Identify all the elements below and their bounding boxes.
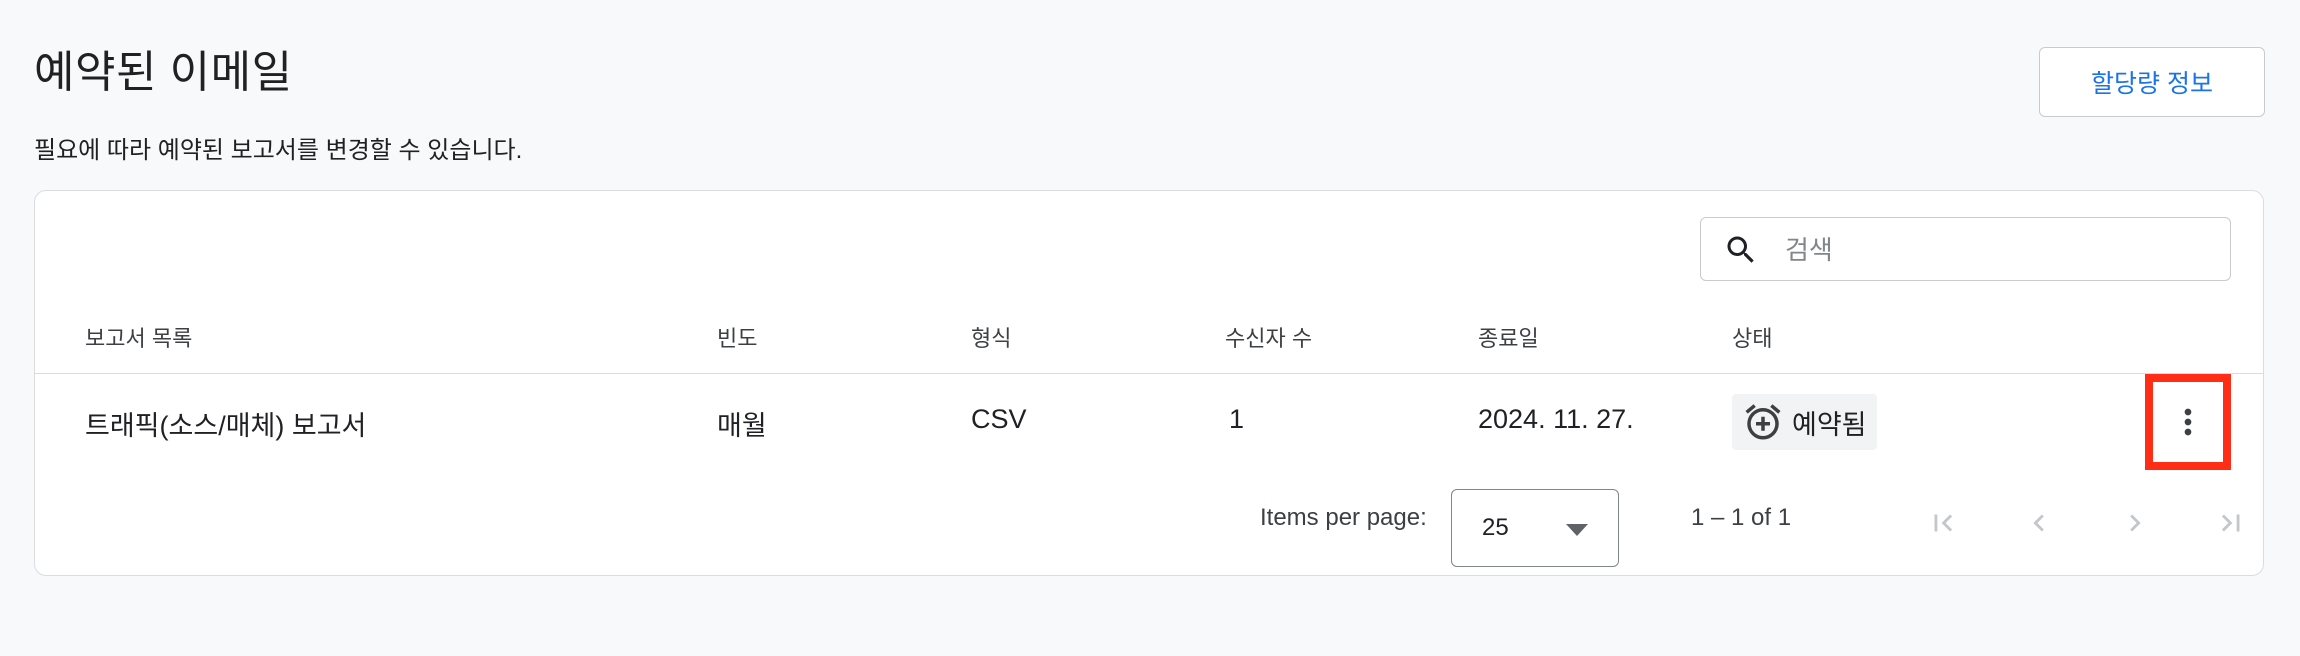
- status-badge: 예약됨: [1732, 394, 1877, 450]
- table-header: 보고서 목록 빈도 형식 수신자 수 종료일 상태: [35, 296, 2263, 374]
- first-page-icon: [1934, 514, 1953, 532]
- last-page-button[interactable]: [2207, 499, 2255, 547]
- search-field[interactable]: [1700, 217, 2231, 281]
- report-name[interactable]: 트래픽(소스/매체) 보고서: [85, 404, 366, 443]
- format-cell: CSV: [971, 404, 1027, 434]
- pagination: Items per page: 25 1 – 1 of 1: [35, 474, 2263, 574]
- table-row[interactable]: 트래픽(소스/매체) 보고서 매월 CSV 1 2024. 11. 27. 예약…: [35, 374, 2263, 474]
- frequency-cell: 매월: [717, 411, 767, 441]
- search-icon: [1727, 236, 1754, 263]
- column-header-end-date[interactable]: 종료일: [1478, 321, 1539, 353]
- page-title: 예약된 이메일: [34, 48, 293, 97]
- more-vert-icon: [2184, 408, 2192, 436]
- row-menu-button[interactable]: [2145, 374, 2231, 470]
- column-header-format[interactable]: 형식: [971, 321, 1011, 353]
- scheduled-emails-card: 보고서 목록 빈도 형식 수신자 수 종료일 상태 트래픽(소스/매체) 보고서…: [34, 190, 2264, 576]
- end-date-cell: 2024. 11. 27.: [1478, 404, 1634, 434]
- items-per-page-select[interactable]: 25: [1451, 489, 1619, 567]
- search-input[interactable]: [1783, 228, 2207, 272]
- prev-page-button[interactable]: [2015, 499, 2063, 547]
- column-header-recipients[interactable]: 수신자 수: [1225, 321, 1312, 353]
- status-label: 예약됨: [1792, 409, 1867, 440]
- alarm-add-icon: [1745, 404, 1781, 440]
- items-per-page-value: 25: [1482, 514, 1509, 541]
- first-page-button[interactable]: [1919, 499, 1967, 547]
- next-page-icon: [2130, 514, 2141, 532]
- range-label: 1 – 1 of 1: [1691, 504, 1792, 531]
- page-subtitle: 필요에 따라 예약된 보고서를 변경할 수 있습니다.: [34, 137, 523, 164]
- chevron-down-icon: [1566, 524, 1588, 536]
- quota-info-button[interactable]: 할당량 정보: [2039, 47, 2265, 117]
- column-header-status[interactable]: 상태: [1732, 321, 1772, 353]
- prev-page-icon: [2033, 514, 2044, 532]
- column-header-frequency[interactable]: 빈도: [717, 321, 757, 353]
- recipients-cell: 1: [1229, 404, 1245, 434]
- last-page-icon: [2221, 514, 2240, 532]
- next-page-button[interactable]: [2111, 499, 2159, 547]
- items-per-page-label: Items per page:: [1260, 504, 1427, 531]
- column-header-report[interactable]: 보고서 목록: [85, 321, 192, 353]
